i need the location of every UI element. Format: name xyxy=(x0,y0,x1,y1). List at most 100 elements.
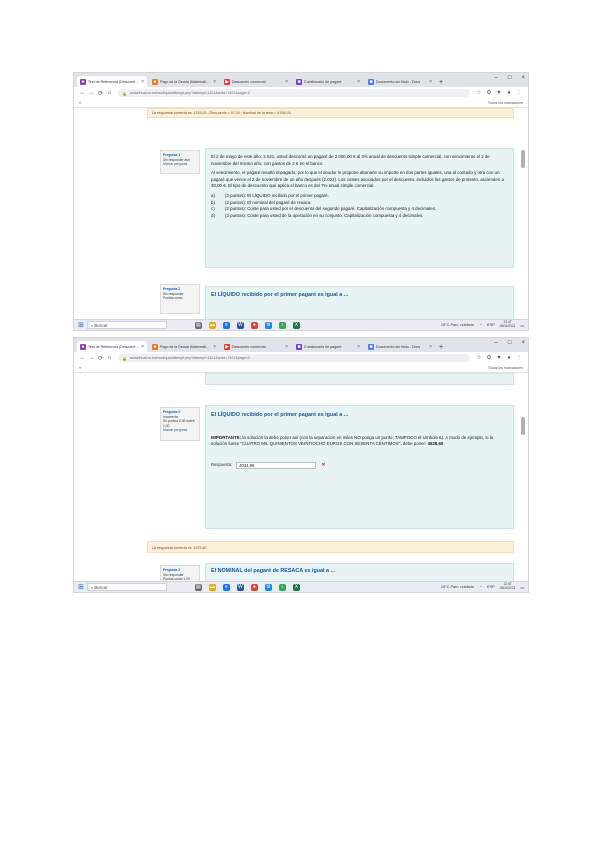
extensions-icon[interactable]: ⚙ xyxy=(484,355,494,361)
maximize-button[interactable]: □ xyxy=(508,75,512,81)
edge-icon[interactable]: e xyxy=(222,321,230,329)
close-tab-icon[interactable]: × xyxy=(285,344,288,350)
back-button[interactable]: ← xyxy=(78,355,87,361)
close-window-button[interactable]: × xyxy=(521,340,525,346)
reload-button[interactable]: ⟳ xyxy=(96,355,105,362)
question-info: Pregunta 1 Sin responder aún Marcar preg… xyxy=(160,150,200,174)
menu-icon[interactable]: ⋮ xyxy=(514,90,524,96)
profile-avatar[interactable]: ● xyxy=(504,355,514,361)
close-tab-icon[interactable]: × xyxy=(285,79,288,85)
taskbar-search[interactable]: ⌕ Buscar xyxy=(86,321,167,329)
home-button[interactable]: ⌂ xyxy=(105,355,114,361)
close-tab-icon[interactable]: × xyxy=(357,344,360,350)
close-tab-icon[interactable]: × xyxy=(429,79,432,85)
home-button[interactable]: ⌂ xyxy=(105,90,114,96)
notifications-icon[interactable]: ▭ xyxy=(520,323,524,328)
moodle-icon: ● xyxy=(152,343,158,350)
new-tab-button[interactable]: + xyxy=(439,79,443,86)
back-button[interactable]: ← xyxy=(78,90,87,96)
menu-icon[interactable]: ⋮ xyxy=(514,355,524,361)
tray-chevron-icon[interactable]: ⌃ xyxy=(479,323,482,328)
all-bookmarks-link[interactable]: Todos los marcadores xyxy=(488,101,523,105)
close-tab-icon[interactable]: × xyxy=(213,344,216,350)
edge-icon[interactable]: e xyxy=(222,583,230,591)
tray-chevron-icon[interactable]: ⌃ xyxy=(479,585,482,590)
forms-icon: ■ xyxy=(296,343,302,350)
file-explorer-icon[interactable]: ▬ xyxy=(208,583,216,591)
weather-widget[interactable]: 19°C Parc. nublado xyxy=(441,585,474,589)
word-icon[interactable]: W xyxy=(236,583,244,591)
profile-avatar[interactable]: ● xyxy=(504,90,514,96)
chrome-icon[interactable]: ● xyxy=(250,583,258,591)
answer-input[interactable]: 4034,95 xyxy=(236,461,317,469)
task-view-icon[interactable]: ▤ xyxy=(194,321,202,329)
downloads-icon[interactable]: ▼ xyxy=(494,355,504,361)
excel-icon[interactable]: X xyxy=(292,583,300,591)
windows-start-icon[interactable]: ⊞ xyxy=(78,321,84,329)
clock[interactable]: 12:47 03/11/2021 xyxy=(500,583,516,590)
word-icon[interactable]: W xyxy=(236,321,244,329)
question-instructions: IMPORTANTE: la solución la debe poner as… xyxy=(211,434,494,447)
browser-tab[interactable]: ● Test de Referencia (Descuento) - C × xyxy=(77,76,147,87)
file-explorer-icon[interactable]: ▬ xyxy=(208,321,216,329)
browser-tab[interactable]: ■ Documento sin título - Docs × xyxy=(365,76,435,87)
minimize-button[interactable]: – xyxy=(495,340,498,346)
reload-button[interactable]: ⟳ xyxy=(96,90,105,97)
settings-icon[interactable]: ⚙ xyxy=(264,321,272,329)
system-tray: 19°C Parc. nublado ⌃ ESP 12:47 03/11/2021… xyxy=(441,583,524,590)
scrollbar-thumb[interactable] xyxy=(521,150,525,168)
taskbar-search[interactable]: ⌕ Buscar xyxy=(86,583,167,591)
all-bookmarks-link[interactable]: Todos los marcadores xyxy=(488,366,523,370)
settings-icon[interactable]: ⚙ xyxy=(264,583,272,591)
feedback-box: La respuesta correcta es: 1315,02 ; Desc… xyxy=(147,108,514,118)
bookmark-star-icon[interactable]: ☆ xyxy=(474,355,484,361)
browser-tab[interactable]: ● Pago de la Deuda (Matemáticas) × xyxy=(149,341,219,352)
browser-tab[interactable]: ■ Cuestionario de pagaré × xyxy=(293,341,363,352)
close-tab-icon[interactable]: × xyxy=(429,344,432,350)
system-tray: 19°C Parc. nublado ⌃ ESP 12:47 03/11/2021… xyxy=(441,321,524,328)
scrollbar-thumb[interactable] xyxy=(521,417,525,435)
forward-button[interactable]: → xyxy=(87,90,96,96)
tab-strip: ● Test de Referencia (Descuento) - C × ● Pa… xyxy=(74,73,528,87)
task-view-icon[interactable]: ▤ xyxy=(194,583,202,591)
close-tab-icon[interactable]: × xyxy=(141,344,144,350)
question-title: El NOMINAL del pagaré de RESACA es igual… xyxy=(211,568,336,574)
chrome-icon[interactable]: ● xyxy=(250,321,258,329)
close-tab-icon[interactable]: × xyxy=(357,79,360,85)
spotify-icon[interactable]: ♪ xyxy=(278,583,286,591)
downloads-icon[interactable]: ▼ xyxy=(494,90,504,96)
bookmark-star-icon[interactable]: ☆ xyxy=(474,90,484,96)
spotify-icon[interactable]: ♪ xyxy=(278,321,286,329)
extensions-icon[interactable]: ⚙ xyxy=(484,90,494,96)
tab-strip: ● Test de Referencia (Descuento) - C × ● Pa… xyxy=(74,338,528,352)
browser-tab[interactable]: ▶ Descuento comercial × xyxy=(221,341,291,352)
taskbar-apps: ▤ ▬ e W ● ⚙ ♪ X xyxy=(194,321,300,329)
browser-tab[interactable]: ● Test de Referencia (Descuento) - C × xyxy=(77,341,147,352)
address-bar[interactable]: 🔒 aulavirtual.uv.es/mod/quiz/attempt.php?… xyxy=(118,89,470,97)
close-tab-icon[interactable]: × xyxy=(141,79,144,85)
notifications-icon[interactable]: ▭ xyxy=(520,585,524,590)
browser-tab[interactable]: ■ Documento sin título - Docs × xyxy=(365,341,435,352)
flag-question-link[interactable]: Marcar pregunta xyxy=(163,428,197,433)
language-indicator[interactable]: ESP xyxy=(487,323,495,327)
question-paragraph: El 2 de mayo de este año, 2.021, usted d… xyxy=(211,154,490,166)
flag-question-link[interactable]: Marcar pregunta xyxy=(163,162,197,167)
apps-menu-icon[interactable]: ≡ xyxy=(79,366,81,370)
language-indicator[interactable]: ESP xyxy=(487,585,495,589)
maximize-button[interactable]: □ xyxy=(508,340,512,346)
apps-menu-icon[interactable]: ≡ xyxy=(79,101,81,105)
new-tab-button[interactable]: + xyxy=(439,344,443,351)
address-bar[interactable]: 🔒 aulavirtual.uv.es/mod/quiz/attempt.php?… xyxy=(118,354,470,362)
answer-label: Respuesta: xyxy=(211,461,233,467)
close-window-button[interactable]: × xyxy=(521,75,525,81)
forward-button[interactable]: → xyxy=(87,355,96,361)
weather-widget[interactable]: 19°C Parc. nublado xyxy=(441,323,474,327)
excel-icon[interactable]: X xyxy=(292,321,300,329)
windows-start-icon[interactable]: ⊞ xyxy=(78,583,84,591)
browser-tab[interactable]: ■ Cuestionario de pagaré × xyxy=(293,76,363,87)
clock[interactable]: 12:47 03/11/2021 xyxy=(500,321,516,328)
browser-tab[interactable]: ▶ Descuento comercial × xyxy=(221,76,291,87)
minimize-button[interactable]: – xyxy=(495,75,498,81)
close-tab-icon[interactable]: × xyxy=(213,79,216,85)
browser-tab[interactable]: ● Pago de la Deuda (Matemáticas) × xyxy=(149,76,219,87)
